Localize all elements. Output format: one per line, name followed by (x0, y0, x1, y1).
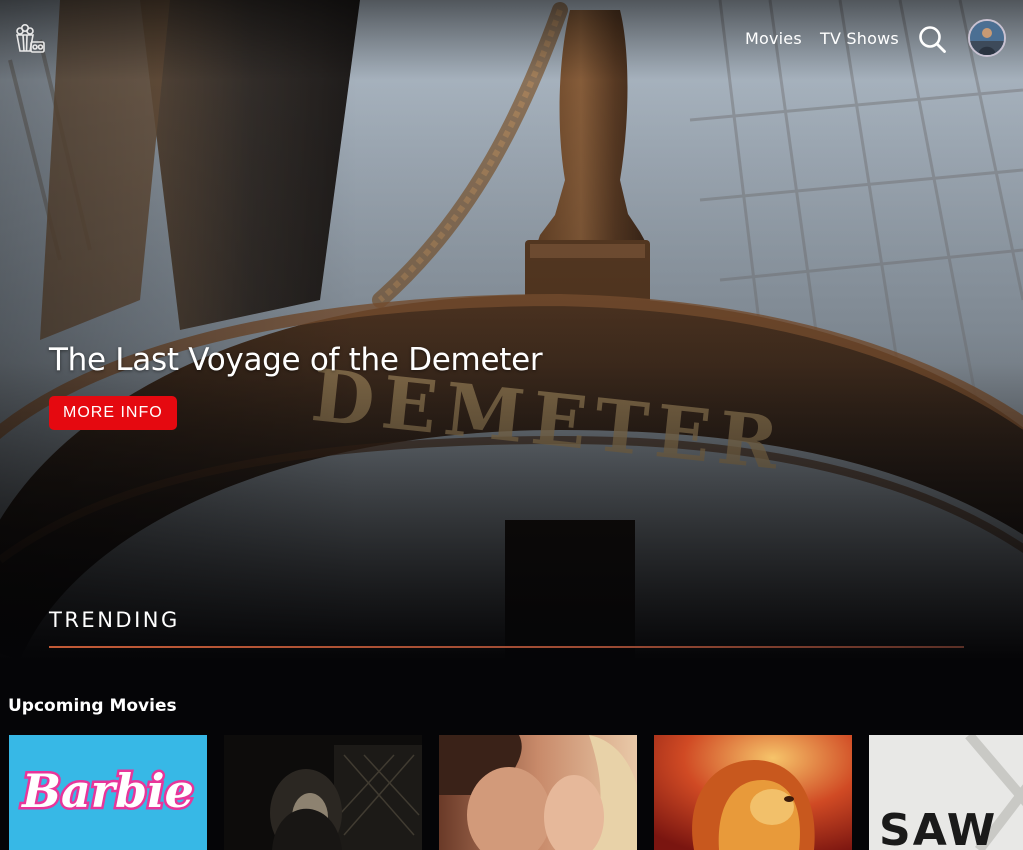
more-info-button[interactable]: MORE INFO (49, 396, 177, 430)
barbie-poster-image: Barbie (9, 735, 207, 850)
app-page: DEMETER Movies TV Shows (0, 0, 1023, 850)
nav-link-tv-shows[interactable]: TV Shows (820, 29, 899, 48)
upcoming-movies-heading: Upcoming Movies (8, 696, 177, 716)
top-nav: Movies TV Shows (0, 0, 1023, 80)
upcoming-movies-row[interactable]: Barbie SAW (9, 735, 1023, 850)
barbie-logo-text: Barbie (20, 764, 194, 818)
couple-poster-image (439, 735, 637, 850)
avatar-photo-icon (970, 21, 1004, 55)
nav-link-movies[interactable]: Movies (745, 29, 802, 48)
saw-logo-text: SAW (879, 805, 997, 850)
lion-poster-image (654, 735, 852, 850)
movie-poster-lion-king[interactable] (654, 735, 852, 850)
trending-label: TRENDING (49, 608, 180, 632)
popcorn-film-icon[interactable] (13, 22, 46, 54)
nun-poster-image (224, 735, 422, 850)
hero-backdrop-image: DEMETER (0, 0, 1023, 660)
hero-banner: DEMETER (0, 0, 1023, 660)
movie-poster-after-everything[interactable] (439, 735, 637, 850)
user-avatar[interactable] (968, 19, 1006, 57)
trending-underline (49, 646, 964, 648)
saw-poster-image: SAW (869, 735, 1023, 850)
search-icon[interactable] (917, 24, 947, 54)
movie-poster-nun[interactable] (224, 735, 422, 850)
movie-poster-barbie[interactable]: Barbie (9, 735, 207, 850)
hero-title: The Last Voyage of the Demeter (49, 342, 543, 378)
movie-poster-saw[interactable]: SAW (869, 735, 1023, 850)
